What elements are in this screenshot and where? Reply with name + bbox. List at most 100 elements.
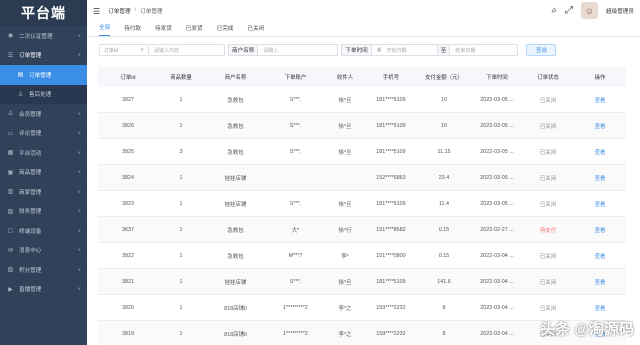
sidebar-item[interactable]: ▥ 商家管理 ∨ (0, 182, 87, 202)
column-header: 商户名称 (224, 75, 247, 81)
sidebar-subitem[interactable]: ♙ 售后处理 (0, 84, 87, 104)
sidebar-item[interactable]: ▨ 财务管理 ∨ (0, 202, 87, 222)
start-date-input[interactable]: ▦ 开始日期 (371, 44, 438, 56)
merchant-cell: 818店铺0 (224, 331, 247, 338)
watermark: 头条 @淘源码 (540, 321, 634, 338)
order-field-select[interactable]: 订单id ∨ (99, 44, 149, 56)
view-link[interactable]: 查看 (574, 243, 626, 268)
sidebar-subitem[interactable]: ▤ 订单管理 (0, 65, 87, 85)
order-id-cell: 3819 (122, 330, 134, 337)
tab-pending-shipment[interactable]: 待发货 (155, 24, 172, 36)
end-date-input[interactable]: 结束日期 (450, 44, 519, 56)
recipient-cell: 徐*旦 (338, 279, 352, 286)
view-link[interactable]: 查看 (574, 269, 626, 294)
tab-all[interactable]: 全部 (99, 23, 111, 36)
view-link[interactable]: 查看 (574, 217, 626, 242)
recipient-cell: 徐*旦 (338, 201, 352, 208)
recipient-cell: 徐*行 (338, 227, 352, 234)
sidebar-item-label: 会员管理 (19, 111, 42, 118)
account-cell: S***. (289, 122, 302, 129)
sidebar-item[interactable]: ▭ 评论管理 ∨ (0, 124, 87, 144)
phone-cell: 181****5109 (376, 122, 406, 129)
order-time-cell: 2022-03-05 ... (480, 148, 514, 155)
phone-cell: 181****5109 (376, 200, 406, 207)
account-cell: S***. (289, 278, 302, 285)
order-time-cell: 2022-03-05 ... (480, 174, 514, 181)
order-search-input[interactable]: 请输入内容 (149, 44, 225, 56)
tab-closed[interactable]: 已关闭 (247, 24, 264, 36)
merchant-cell: 急救包 (227, 227, 244, 234)
table-row: 3823 1 娃娃店铺 S***. 徐*旦 181****5109 11.4 2022-03-… (98, 191, 626, 217)
account-cell: 大* (291, 227, 300, 234)
merchant-input[interactable]: 请输入 (258, 44, 339, 56)
breadcrumb-separator: / (134, 7, 137, 13)
view-link[interactable]: 查看 (574, 165, 626, 190)
query-button[interactable]: 查询 (526, 44, 557, 56)
sidebar-item[interactable]: ▦ 平台活动 ∨ (0, 143, 87, 163)
breadcrumb-item[interactable]: 订单管理 (108, 7, 130, 15)
tab-completed[interactable]: 已完成 (217, 24, 234, 36)
recipient-cell: 李*之 (338, 305, 352, 312)
phone-cell: 159****2232 (376, 304, 406, 311)
phone-cell: 152****6863 (376, 174, 406, 181)
sidebar-item[interactable]: ▣ 商品管理 ∨ (0, 163, 87, 183)
merchant-cell: 娃娃店铺 (224, 201, 247, 208)
amount-cell: 23.4 (438, 174, 450, 181)
message-icon: ✉ (7, 247, 14, 254)
chevron-down-icon: ∨ (77, 32, 81, 39)
start-date-placeholder: 开始日期 (386, 47, 407, 54)
sidebar-item[interactable]: ✉ 消息中心 ∨ (0, 241, 87, 261)
chevron-down-icon: ∨ (77, 208, 81, 215)
sidebar-item-label: 消息中心 (19, 248, 42, 255)
order-id-cell: 3822 (122, 252, 134, 259)
user-icon: ♙ (7, 111, 14, 118)
store-icon: ▥ (7, 189, 14, 196)
chart-icon: ▤ (17, 72, 24, 79)
tab-shipped[interactable]: 已发货 (186, 24, 203, 36)
menu-toggle-icon[interactable]: ☰ (93, 7, 100, 16)
live-icon: ▶ (8, 286, 13, 293)
sidebar-item-label: 售后处理 (29, 92, 52, 99)
chevron-up-icon: ∧ (77, 52, 81, 59)
fullscreen-icon[interactable]: ⤢ (565, 5, 573, 16)
order-time-cell: 2022-03-04 ... (480, 278, 514, 285)
table-header: 订单id 商品数量 商户名称 下单账户 收件人 手机号 支付金额（元） 下单时间… (98, 67, 626, 87)
device-icon: ▢ (7, 228, 14, 235)
status-cell: 已关闭 (539, 149, 557, 156)
recipient-cell: 李* (341, 253, 349, 260)
sidebar-item[interactable]: ▢ 终端设备 ∨ (0, 221, 87, 241)
sidebar-item-label: 直播管理 (19, 287, 42, 294)
status-cell: 已关闭 (539, 305, 557, 312)
top-header: ☰ 订单管理 / 订单管理 ⌕ ⤢ ☺ 超级管理员 (87, 0, 640, 22)
recipient-cell: 李*之 (338, 331, 352, 338)
order-id-cell: 3821 (122, 278, 134, 285)
status-cell: 已关闭 (539, 97, 557, 104)
tab-pending-payment[interactable]: 待付款 (124, 24, 141, 36)
view-link[interactable]: 查看 (574, 295, 626, 320)
merchant-cell: 急救包 (227, 149, 244, 156)
points-icon: ▧ (7, 267, 14, 274)
sidebar-item[interactable]: ▧ 积分管理 ∨ (0, 260, 87, 280)
amount-cell: 11.15 (437, 148, 451, 155)
order-time-cell: 2022-02-27 ... (480, 226, 514, 233)
view-link[interactable]: 查看 (574, 139, 626, 164)
table-row: 3821 1 娃娃店铺 S***. 徐*旦 181****5109 141.6 2022-03… (98, 269, 626, 295)
table-body: 3827 1 急救包 S***. 徐*旦 181****5109 10 2022-03-05 … (98, 87, 626, 345)
merchant-label: 商户名称 (228, 44, 259, 56)
sidebar-item[interactable]: ♙ 会员管理 ∨ (0, 104, 87, 124)
user-name[interactable]: 超级管理员 (606, 7, 634, 15)
table-row: 3824 1 娃娃店铺 152****6863 23.4 2022-03-05 ... 已关… (98, 165, 626, 191)
avatar[interactable]: ☺ (581, 2, 599, 19)
comment-icon: ▭ (7, 130, 14, 137)
search-icon[interactable]: ⌕ (551, 5, 557, 16)
order-time-cell: 2022-03-04 ... (480, 304, 514, 311)
calendar-icon: ▦ (376, 47, 382, 53)
filter-bar: 订单id ∨ 请输入内容 商户名称 请输入 下单时间 ▦ 开始日期 至 结束日期… (87, 42, 640, 58)
column-header: 下单时间 (486, 75, 508, 81)
sidebar-item[interactable]: ☰ 订单管理 ∧ (0, 46, 87, 66)
view-link[interactable]: 查看 (574, 87, 626, 112)
sidebar-item[interactable]: ▶ 直播管理 ∨ (0, 280, 87, 300)
view-link[interactable]: 查看 (574, 113, 626, 138)
view-link[interactable]: 查看 (574, 191, 626, 216)
sidebar-item[interactable]: ◉ 二次认证管理 ∨ (0, 26, 87, 46)
